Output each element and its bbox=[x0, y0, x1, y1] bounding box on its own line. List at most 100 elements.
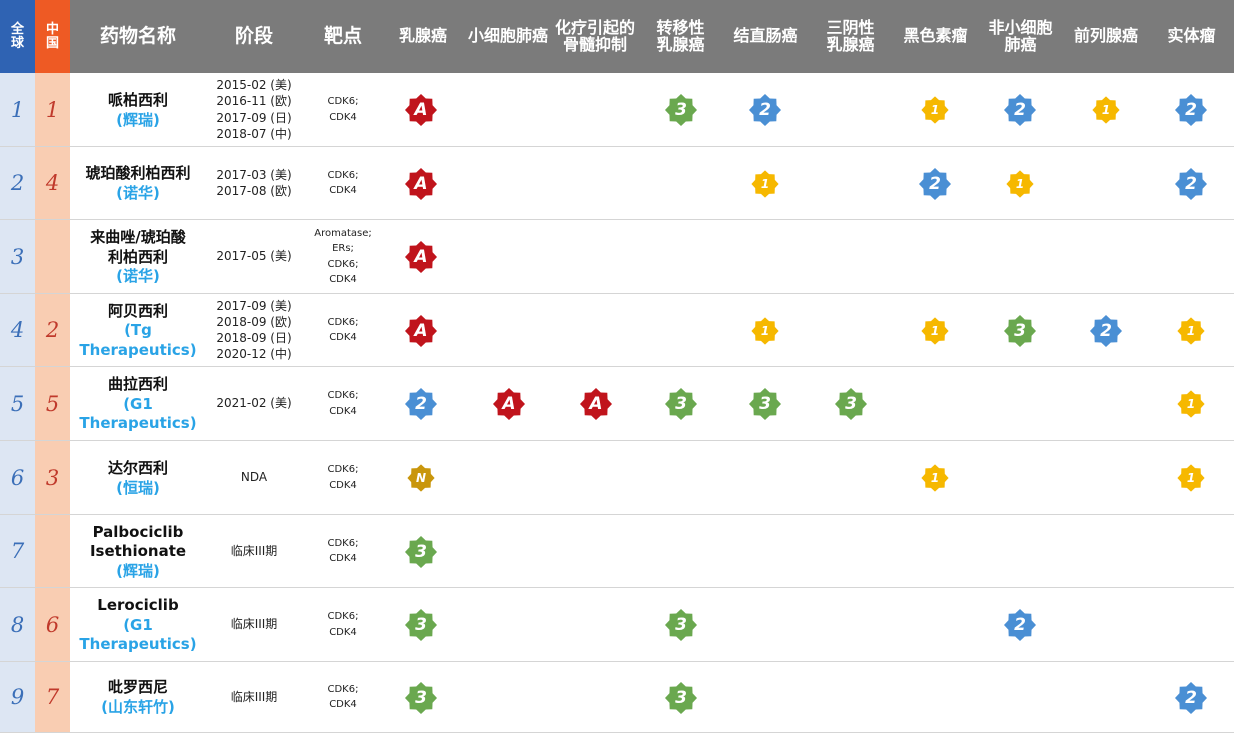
level-badge-icon: A bbox=[579, 387, 613, 421]
badge-label: 3 bbox=[1014, 320, 1026, 341]
level-badge-icon: 1 bbox=[918, 461, 952, 495]
co-line: (辉瑞) bbox=[116, 110, 160, 129]
stage-cell: 2017-09 (美) 2018-09 (欧) 2018-09 (日) 2020-12… bbox=[206, 294, 302, 366]
table-row: 4 2 阿贝西利 (Tg Therapeutics) 2017-09 (美) 2018-09… bbox=[0, 294, 1234, 367]
drug-cell: 吡罗西尼 (山东轩竹) bbox=[70, 662, 206, 732]
level-badge-icon: A bbox=[404, 240, 438, 274]
china-rank: 2 bbox=[35, 294, 70, 366]
co-line: Therapeutics) bbox=[79, 635, 197, 654]
target-cell: Aromatase; ERs; CDK6; CDK4 bbox=[304, 220, 382, 293]
company-name: (诺华) bbox=[116, 183, 160, 203]
header-indication: 黑色素瘤 bbox=[893, 0, 978, 73]
text-line: 结直肠癌 bbox=[733, 26, 798, 46]
badge-label: 1 bbox=[1186, 471, 1196, 485]
china-rank: 3 bbox=[35, 441, 70, 514]
drug-cell: 达尔西利 (恒瑞) bbox=[70, 441, 206, 514]
header-rank-china: 中国 bbox=[35, 0, 70, 73]
target-line-line: ERs; bbox=[332, 243, 354, 254]
drug-cell: 来曲唑/琥珀酸 利柏西利 (诺华) bbox=[70, 220, 206, 293]
stage-cell: 2017-03 (美) 2017-08 (欧) bbox=[206, 147, 302, 219]
badge-label: 2 bbox=[1185, 173, 1197, 194]
table-row: 8 6 Lerociclib (G1 Therapeutics) 临床III期 CDK6; C… bbox=[0, 588, 1234, 662]
target-line-line: CDK6; bbox=[327, 611, 359, 622]
text-line: 前列腺癌 bbox=[1073, 26, 1138, 46]
target-cell: CDK6; CDK4 bbox=[304, 441, 382, 514]
level-badge-icon: 3 bbox=[404, 608, 438, 642]
level-badge-icon: 3 bbox=[664, 681, 698, 715]
badge-label: 1 bbox=[1186, 397, 1196, 411]
company-name: (G1 Therapeutics) bbox=[79, 394, 196, 433]
level-badge-icon: 1 bbox=[748, 314, 782, 348]
stage-cell: 临床III期 bbox=[206, 515, 302, 587]
name-line: 曲拉西利 bbox=[107, 375, 168, 394]
target-cell: CDK6; CDK4 bbox=[304, 515, 382, 587]
text-line: 肺癌 bbox=[1004, 34, 1037, 54]
badge-label: 1 bbox=[1015, 176, 1025, 191]
drug-name: 哌柏西利 bbox=[108, 90, 168, 110]
stage-line-line: 2017-08 (欧) bbox=[216, 184, 292, 198]
stage-line-line: 2018-07 (中) bbox=[216, 126, 292, 141]
table-row: 3 来曲唑/琥珀酸 利柏西利 (诺华) 2017-05 (美) Aromatase; ERs… bbox=[0, 220, 1234, 294]
target-line-line: CDK6; bbox=[327, 537, 359, 549]
co-line: (恒瑞) bbox=[116, 478, 160, 497]
target-line-line: CDK4 bbox=[329, 626, 357, 638]
drug-name: Palbociclib Isethionate bbox=[90, 522, 186, 561]
target-line-line: CDK4 bbox=[329, 553, 357, 564]
china-rank: 6 bbox=[35, 588, 70, 661]
name-line: 吡罗西尼 bbox=[107, 678, 168, 697]
global-rank: 3 bbox=[0, 220, 35, 293]
stage-line-line: 2018-09 (日) bbox=[216, 331, 292, 345]
table-row: 9 7 吡罗西尼 (山东轩竹) 临床III期 CDK6; CDK4 3 3 2 bbox=[0, 662, 1234, 733]
stage-line-line: 2017-03 (美) bbox=[216, 167, 292, 182]
co-line: (辉瑞) bbox=[116, 561, 160, 580]
drug-cell: 琥珀酸利柏西利 (诺华) bbox=[70, 147, 206, 219]
level-badge-icon: 2 bbox=[1003, 93, 1037, 127]
level-badge-icon: A bbox=[404, 167, 438, 201]
name-line: 来曲唑/琥珀酸 bbox=[90, 228, 186, 247]
level-badge-icon: 2 bbox=[1174, 167, 1208, 201]
level-badge-icon: 2 bbox=[404, 387, 438, 421]
global-rank: 8 bbox=[0, 588, 35, 661]
stage-line-line: 临床III期 bbox=[230, 689, 278, 704]
global-rank: 6 bbox=[0, 441, 35, 514]
target-cell: CDK6; CDK4 bbox=[304, 662, 382, 732]
header-indication: 乳腺癌 bbox=[382, 0, 464, 73]
target-cell: CDK6; CDK4 bbox=[304, 367, 382, 440]
badge-label: N bbox=[415, 471, 427, 485]
table-row: 7 Palbociclib Isethionate (辉瑞) 临床III期 CDK6; CD… bbox=[0, 515, 1234, 588]
badge-label: 2 bbox=[415, 394, 427, 414]
badge-label: A bbox=[414, 320, 428, 341]
drug-cell: 曲拉西利 (G1 Therapeutics) bbox=[70, 367, 206, 440]
drug-cell: 哌柏西利 (辉瑞) bbox=[70, 73, 206, 146]
company-name: (Tg Therapeutics) bbox=[79, 320, 196, 359]
target-cell: CDK6; CDK4 bbox=[304, 147, 382, 219]
level-badge-icon: 2 bbox=[1174, 681, 1208, 715]
target-line-line: CDK4 bbox=[329, 185, 357, 196]
badge-label: A bbox=[589, 394, 603, 414]
name-line: 利柏西利 bbox=[107, 247, 168, 266]
company-name: (G1 Therapeutics) bbox=[79, 615, 196, 654]
target-line-line: CDK4 bbox=[329, 111, 357, 123]
stage-line-line: 临床III期 bbox=[230, 617, 278, 632]
text-line: 乳腺癌 bbox=[826, 34, 875, 54]
badge-label: 3 bbox=[415, 541, 427, 562]
global-rank: 5 bbox=[0, 367, 35, 440]
drug-name: 吡罗西尼 bbox=[108, 677, 168, 697]
company-name: (诺华) bbox=[116, 266, 160, 286]
stage-cell: 临床III期 bbox=[206, 588, 302, 661]
target-cell: CDK6; CDK4 bbox=[304, 588, 382, 661]
badge-label: 2 bbox=[1014, 100, 1026, 120]
drug-cell: Palbociclib Isethionate (辉瑞) bbox=[70, 515, 206, 587]
drug-name: 来曲唑/琥珀酸 利柏西利 bbox=[90, 227, 185, 266]
china-rank: 1 bbox=[35, 73, 70, 146]
china-rank: 7 bbox=[35, 662, 70, 732]
level-badge-icon: 3 bbox=[404, 681, 438, 715]
target-line-line: CDK4 bbox=[329, 405, 357, 417]
level-badge-icon: 3 bbox=[1003, 314, 1037, 348]
stage-line-line: 2021-02 (美) bbox=[216, 396, 292, 411]
target-cell: CDK6; CDK4 bbox=[304, 73, 382, 146]
china-rank: 4 bbox=[35, 147, 70, 219]
level-badge-icon: 3 bbox=[664, 93, 698, 127]
target-line-line: CDK6; bbox=[327, 683, 359, 695]
stage-line-line: 2017-09 (美) bbox=[216, 298, 292, 313]
